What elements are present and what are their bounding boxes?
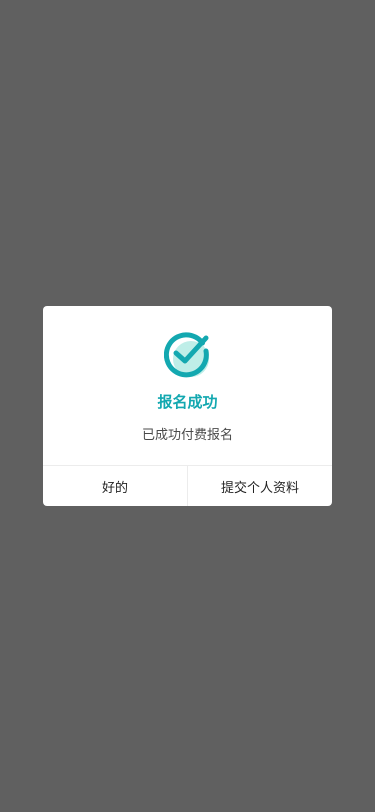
success-dialog: 报名成功 已成功付费报名 好的 提交个人资料 (43, 306, 332, 506)
dialog-button-row: 好的 提交个人资料 (43, 465, 332, 506)
submit-profile-button[interactable]: 提交个人资料 (187, 466, 332, 506)
ok-button[interactable]: 好的 (43, 466, 187, 506)
check-circle-icon (163, 329, 212, 379)
dialog-message: 已成功付费报名 (141, 428, 233, 443)
dialog-title: 报名成功 (157, 393, 218, 411)
